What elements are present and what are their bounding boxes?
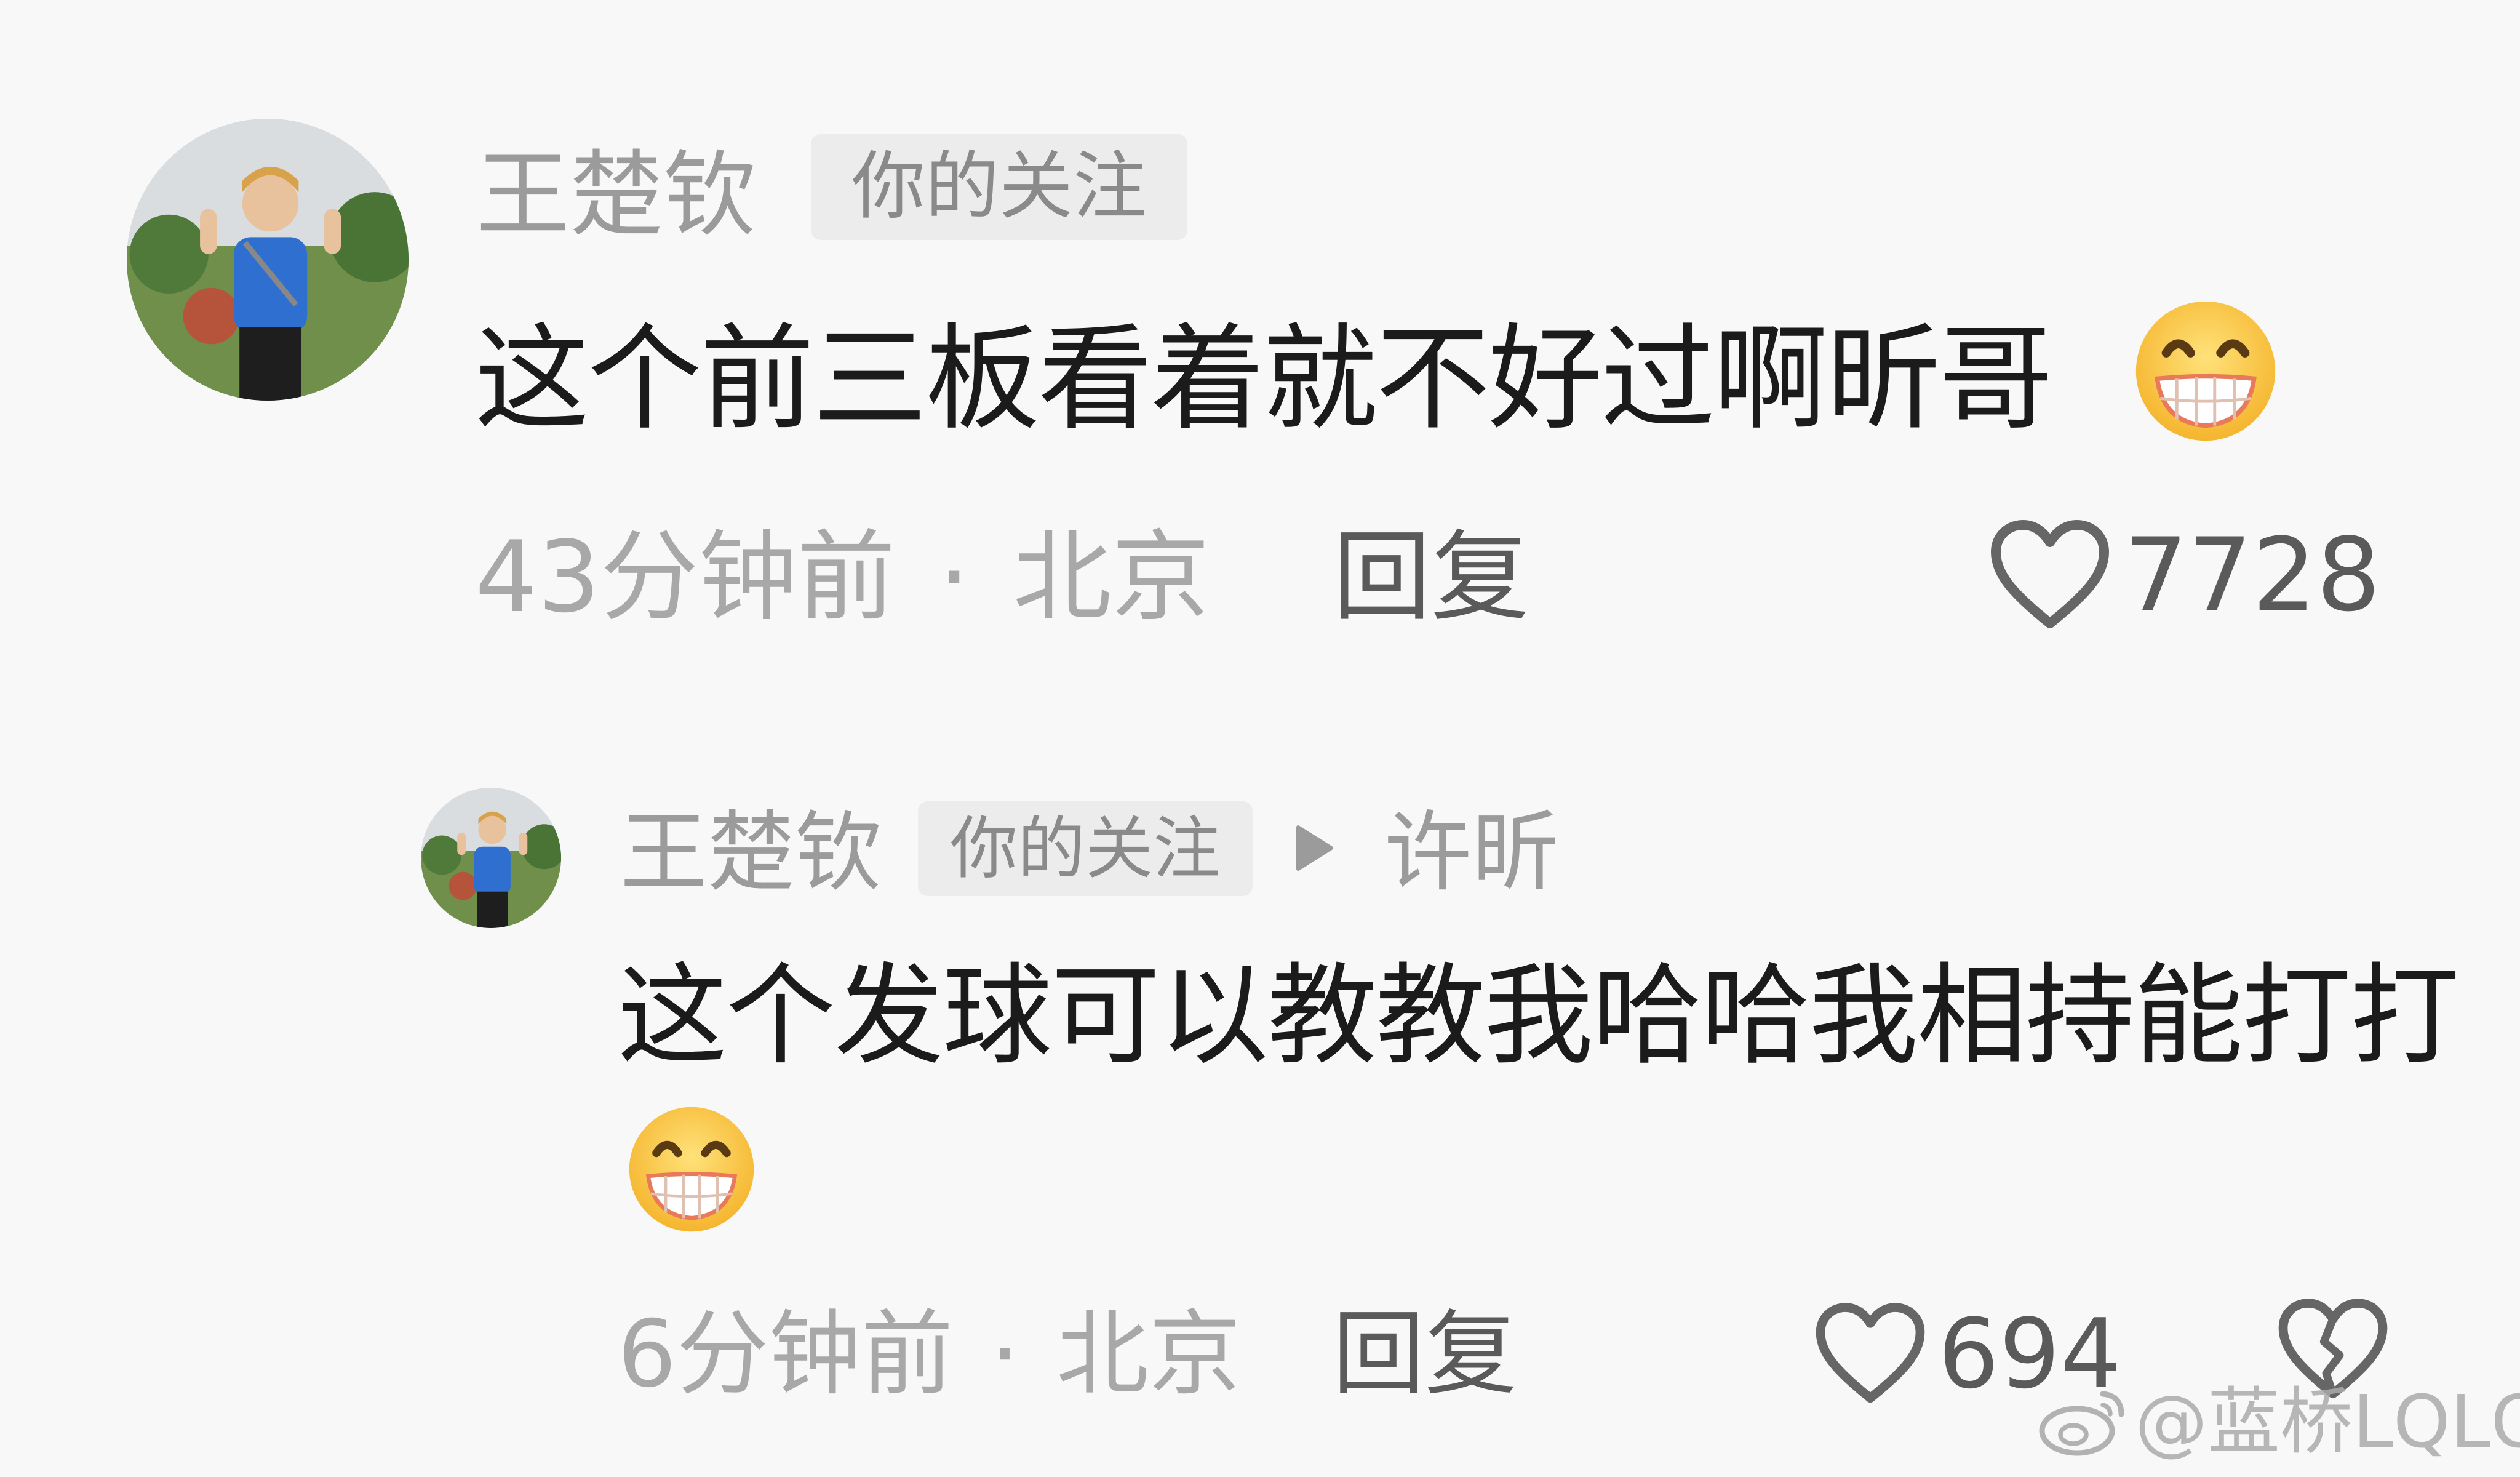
reply-avatar[interactable] (421, 788, 561, 928)
watermark-text: @蓝桥LQLQ (2135, 1379, 2520, 1464)
comment-timestamp: 43分钟前 · 北京 (475, 516, 1210, 639)
reply-timestamp: 6分钟前 · 北京 (618, 1296, 1241, 1413)
location-text: 北京 (1013, 519, 1210, 634)
grinning-teeth-icon (618, 1102, 765, 1237)
reply-to-username[interactable]: 许昕 (1384, 798, 1559, 908)
avatar-photo (421, 788, 561, 928)
comment-username[interactable]: 王楚钦 (476, 137, 757, 254)
reply-username[interactable]: 王楚钦 (620, 798, 882, 908)
comment-text: 这个前三板看着就不好过啊昕哥 (475, 312, 2053, 446)
avatar-photo (127, 119, 409, 401)
weibo-logo-icon (2039, 1391, 2124, 1456)
location-text: 北京 (1056, 1301, 1242, 1408)
time-text: 43分钟前 (475, 519, 896, 634)
following-badge: 你的关注 (811, 134, 1187, 240)
watermark: @蓝桥LQLQ (2036, 1379, 2520, 1465)
avatar[interactable] (127, 119, 409, 401)
separator-dot: · (990, 1301, 1020, 1408)
reply-arrow-icon (1293, 823, 1336, 873)
heart-icon (1816, 1303, 1925, 1403)
reply-text: 这个发球可以教教我哈哈我相持能打打 (618, 952, 2460, 1079)
following-badge: 你的关注 (918, 801, 1253, 896)
comment-thread: 王楚钦 你的关注 这个前三板看着就不好过啊昕哥 43分钟前 · 北京 回复 77… (0, 0, 2520, 1477)
heart-icon (1991, 520, 2109, 628)
separator-dot: · (938, 519, 970, 634)
reply-button[interactable]: 回复 (1333, 1296, 1517, 1413)
like-button[interactable]: 7728 (1988, 511, 2380, 640)
reply-button[interactable]: 回复 (1333, 516, 1529, 639)
like-count: 7728 (2124, 516, 2381, 634)
time-text: 6分钟前 (618, 1301, 954, 1408)
grinning-teeth-icon (2124, 295, 2287, 447)
